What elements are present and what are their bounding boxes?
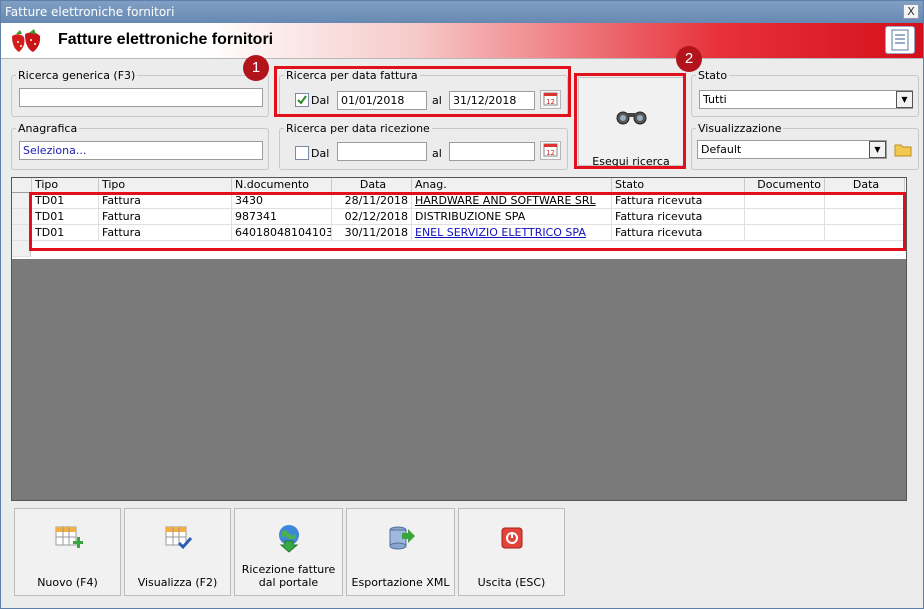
close-button[interactable]: X: [903, 4, 919, 19]
strawberry-logo-icon: [12, 29, 41, 52]
state-legend: Stato: [698, 69, 728, 82]
step-badge-2: 2: [676, 46, 702, 72]
list-icon: [891, 29, 909, 51]
receipt-date-legend: Ricerca per data ricezione: [286, 122, 430, 135]
column-header[interactable]: N.documento: [232, 178, 332, 193]
column-header[interactable]: Data: [825, 178, 905, 193]
registry-legend: Anagrafica: [18, 122, 78, 135]
database-export-icon: [389, 526, 415, 550]
new-button[interactable]: Nuovo (F4): [14, 508, 121, 596]
row-selector-header: [12, 178, 32, 193]
report-list-button[interactable]: [885, 26, 915, 54]
view-button[interactable]: Visualizza (F2): [124, 508, 231, 596]
window-title: Fatture elettroniche fornitori: [5, 5, 175, 19]
view-select[interactable]: Default: [697, 140, 887, 159]
column-header[interactable]: Data: [332, 178, 412, 193]
view-legend: Visualizzazione: [698, 122, 782, 135]
state-select[interactable]: Tutti: [699, 90, 913, 109]
registry-select[interactable]: Seleziona...: [19, 141, 263, 160]
chevron-down-icon[interactable]: ▼: [896, 91, 913, 108]
calendar-button[interactable]: 12: [540, 141, 561, 160]
add-row-icon: [55, 526, 83, 548]
highlight-box-date-filter: [274, 66, 571, 117]
view-button-label: Visualizza (F2): [137, 576, 218, 589]
calendar-day-text: 12: [546, 149, 555, 157]
folder-icon[interactable]: [892, 139, 914, 159]
page-title: Fatture elettroniche fornitori: [58, 31, 274, 48]
column-header[interactable]: Anag.: [412, 178, 612, 193]
column-header[interactable]: Stato: [612, 178, 745, 193]
column-header[interactable]: Tipo: [32, 178, 99, 193]
calendar-icon: 12: [543, 143, 558, 157]
export-xml-button[interactable]: Esportazione XML: [346, 508, 455, 596]
receipt-date-checkbox[interactable]: [295, 146, 309, 160]
page-header: Fatture elettroniche fornitori: [1, 23, 923, 59]
title-bar[interactable]: Fatture elettroniche fornitori X: [1, 1, 923, 23]
receipt-to-date[interactable]: [449, 142, 535, 161]
highlight-box-search: [574, 73, 686, 169]
generic-search-legend: Ricerca generica (F3): [18, 69, 136, 82]
receive-invoices-button[interactable]: Ricezione fatture dal portale: [234, 508, 343, 596]
new-button-label: Nuovo (F4): [37, 576, 98, 589]
exit-button[interactable]: Uscita (ESC): [458, 508, 565, 596]
receipt-from-date[interactable]: [337, 142, 427, 161]
chevron-down-icon[interactable]: ▼: [869, 141, 886, 158]
column-header[interactable]: Tipo: [99, 178, 232, 193]
power-icon: [501, 527, 522, 549]
view-row-icon: [165, 526, 192, 550]
receipt-from-label: Dal: [311, 147, 330, 160]
export-xml-label: Esportazione XML: [351, 576, 450, 589]
generic-search-input[interactable]: [19, 88, 263, 107]
exit-button-label: Uscita (ESC): [477, 576, 546, 589]
main-window: Fatture elettroniche fornitori X Fatture…: [0, 0, 924, 609]
receive-invoices-label: Ricezione fatture dal portale: [241, 563, 336, 589]
globe-download-icon: [278, 525, 299, 553]
receipt-to-label: al: [432, 147, 442, 160]
column-header[interactable]: Documento: [745, 178, 825, 193]
step-badge-1: 1: [243, 55, 269, 81]
highlight-box-results: [29, 192, 906, 251]
